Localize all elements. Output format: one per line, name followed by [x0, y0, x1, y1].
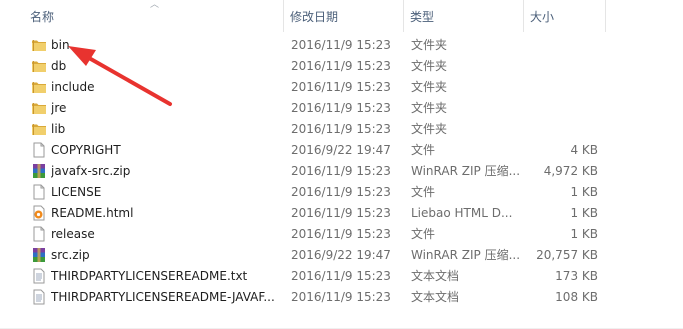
folder-icon	[31, 37, 47, 53]
file-row[interactable]: db 2016/11/9 15:23 文件夹	[0, 56, 683, 77]
file-size: 4,972 KB	[543, 164, 598, 178]
file-size: 173 KB	[555, 269, 598, 283]
file-list: bin 2016/11/9 15:23 文件夹 db 2016/11/9 15:23 文件…	[0, 35, 683, 308]
column-divider[interactable]	[605, 0, 606, 32]
file-size: 4 KB	[570, 143, 598, 157]
file-explorer-window: ︿ 名称 修改日期 类型 大小 bin 2016/11/9 15:23 文件夹 db 2…	[0, 0, 683, 329]
file-date-modified: 2016/11/9 15:23	[291, 185, 391, 199]
file-type: WinRAR ZIP 压缩...	[411, 248, 521, 262]
file-row[interactable]: jre 2016/11/9 15:23 文件夹	[0, 98, 683, 119]
file-name: lib	[51, 122, 66, 136]
file-name: LICENSE	[51, 185, 102, 199]
winrar-archive-icon	[31, 247, 47, 263]
file-row[interactable]: src.zip 2016/9/22 19:47 WinRAR ZIP 压缩... 20…	[0, 245, 683, 266]
file-date-modified: 2016/9/22 19:47	[291, 248, 391, 262]
file-row[interactable]: lib 2016/11/9 15:23 文件夹	[0, 119, 683, 140]
column-divider[interactable]	[403, 0, 404, 32]
file-type: 文件夹	[411, 59, 448, 73]
winrar-archive-icon	[31, 163, 47, 179]
file-icon	[31, 226, 47, 242]
file-row[interactable]: release 2016/11/9 15:23 文件 1 KB	[0, 224, 683, 245]
file-type: Liebao HTML D...	[411, 206, 513, 220]
file-row[interactable]: THIRDPARTYLICENSEREADME.txt 2016/11/9 15:…	[0, 266, 683, 287]
file-type: 文件夹	[411, 38, 448, 52]
file-size: 1 KB	[570, 185, 598, 199]
file-date-modified: 2016/11/9 15:23	[291, 290, 391, 304]
file-type: WinRAR ZIP 压缩...	[411, 164, 521, 178]
column-header-name[interactable]: 名称	[26, 0, 282, 32]
file-name: bin	[51, 38, 70, 52]
file-row[interactable]: README.html 2016/11/9 15:23 Liebao HTML D.…	[0, 203, 683, 224]
file-name: javafx-src.zip	[51, 164, 131, 178]
folder-icon	[31, 100, 47, 116]
html-document-icon	[31, 205, 47, 221]
file-type: 文件夹	[411, 80, 448, 94]
column-header-bar: ︿ 名称 修改日期 类型 大小	[0, 0, 683, 32]
column-header-date-modified[interactable]: 修改日期	[286, 0, 402, 32]
file-row[interactable]: javafx-src.zip 2016/11/9 15:23 WinRAR ZIP …	[0, 161, 683, 182]
file-date-modified: 2016/11/9 15:23	[291, 59, 391, 73]
file-date-modified: 2016/11/9 15:23	[291, 38, 391, 52]
column-divider[interactable]	[523, 0, 524, 32]
file-name: release	[51, 227, 95, 241]
file-row[interactable]: LICENSE 2016/11/9 15:23 文件 1 KB	[0, 182, 683, 203]
text-document-icon	[31, 268, 47, 284]
file-size: 20,757 KB	[536, 248, 598, 262]
file-size: 108 KB	[555, 290, 598, 304]
column-divider[interactable]	[283, 0, 284, 32]
file-type: 文件夹	[411, 101, 448, 115]
file-name: README.html	[51, 206, 134, 220]
text-document-icon	[31, 289, 47, 305]
file-type: 文件	[411, 185, 436, 199]
file-icon	[31, 142, 47, 158]
file-icon	[31, 184, 47, 200]
file-name: include	[51, 80, 95, 94]
file-type: 文件	[411, 143, 436, 157]
folder-icon	[31, 58, 47, 74]
file-size: 1 KB	[570, 206, 598, 220]
folder-icon	[31, 79, 47, 95]
file-name: THIRDPARTYLICENSEREADME.txt	[51, 269, 248, 283]
file-date-modified: 2016/11/9 15:23	[291, 227, 391, 241]
file-type: 文本文档	[411, 269, 460, 283]
file-date-modified: 2016/11/9 15:23	[291, 206, 391, 220]
column-header-size[interactable]: 大小	[526, 0, 606, 32]
file-type: 文件夹	[411, 122, 448, 136]
file-date-modified: 2016/11/9 15:23	[291, 80, 391, 94]
file-name: COPYRIGHT	[51, 143, 121, 157]
file-name: src.zip	[51, 248, 90, 262]
file-date-modified: 2016/11/9 15:23	[291, 164, 391, 178]
file-name: db	[51, 59, 67, 73]
file-date-modified: 2016/9/22 19:47	[291, 143, 391, 157]
file-row[interactable]: COPYRIGHT 2016/9/22 19:47 文件 4 KB	[0, 140, 683, 161]
file-type: 文本文档	[411, 290, 460, 304]
file-name: THIRDPARTYLICENSEREADME-JAVAF...	[51, 290, 275, 304]
column-header-type[interactable]: 类型	[406, 0, 522, 32]
file-row[interactable]: bin 2016/11/9 15:23 文件夹	[0, 35, 683, 56]
file-date-modified: 2016/11/9 15:23	[291, 122, 391, 136]
file-size: 1 KB	[570, 227, 598, 241]
file-name: jre	[51, 101, 67, 115]
file-date-modified: 2016/11/9 15:23	[291, 101, 391, 115]
folder-icon	[31, 121, 47, 137]
file-row[interactable]: THIRDPARTYLICENSEREADME-JAVAF... 2016/11/…	[0, 287, 683, 308]
file-date-modified: 2016/11/9 15:23	[291, 269, 391, 283]
file-row[interactable]: include 2016/11/9 15:23 文件夹	[0, 77, 683, 98]
file-type: 文件	[411, 227, 436, 241]
